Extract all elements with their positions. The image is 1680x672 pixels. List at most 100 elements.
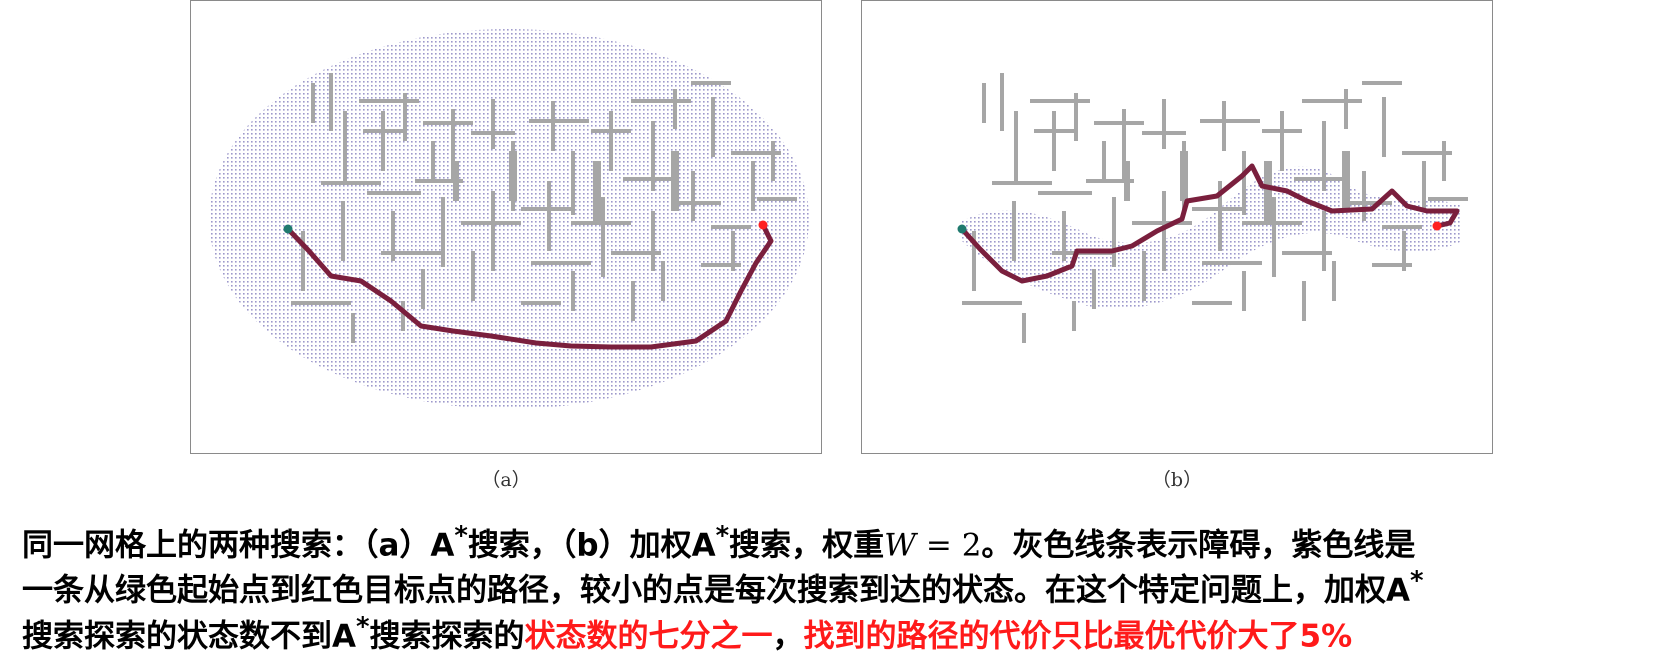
obstacle-line — [403, 93, 407, 141]
obstacle-line — [1074, 93, 1078, 141]
obstacle-line — [1242, 151, 1246, 215]
obstacle-line — [571, 151, 575, 215]
obstacle-line — [1282, 251, 1332, 255]
obstacle-line — [341, 201, 345, 261]
obstacle-line — [1180, 151, 1188, 201]
obstacle-line — [1222, 101, 1226, 151]
obstacle-line — [1200, 119, 1260, 123]
obstacle-line — [311, 83, 315, 123]
obstacle-line — [1294, 177, 1348, 181]
obstacle-line — [401, 301, 405, 331]
obstacle-line — [1264, 161, 1272, 221]
obstacle-line — [1202, 261, 1262, 265]
panel-a-astar-grid — [190, 0, 822, 454]
obstacle-line — [1442, 141, 1446, 181]
obstacle-line — [623, 177, 677, 181]
obstacle-line — [593, 161, 601, 221]
obstacle-line — [757, 197, 797, 201]
obstacle-line — [1192, 301, 1232, 305]
goal-point — [758, 220, 768, 230]
obstacle-line — [673, 201, 721, 205]
obstacle-line — [423, 121, 473, 125]
obstacle-line — [1322, 211, 1326, 271]
obstacle-line — [471, 251, 475, 301]
obstacle-line — [751, 161, 755, 211]
obstacle-line — [441, 197, 445, 267]
obstacle-line — [1280, 111, 1284, 171]
obstacle-line — [381, 251, 441, 255]
obstacle-line — [1428, 197, 1468, 201]
obstacle-line — [547, 181, 551, 251]
obstacle-line — [381, 111, 385, 171]
obstacle-line — [651, 211, 655, 271]
obstacle-line — [431, 141, 435, 181]
obstacle-line — [531, 261, 591, 265]
obstacle-line — [421, 269, 425, 309]
obstacle-line — [701, 263, 741, 267]
caption-highlight-cost: 找到的路径的代价只比最优代价大了5% — [803, 617, 1353, 654]
goal-point — [1432, 221, 1442, 231]
obstacle-line — [1022, 313, 1026, 343]
obstacle-line — [1030, 99, 1090, 103]
obstacle-line — [491, 191, 495, 271]
obstacle-line — [661, 261, 665, 301]
obstacle-line — [1014, 111, 1018, 181]
obstacle-line — [453, 161, 459, 201]
obstacle-line — [611, 251, 661, 255]
obstacle-line — [529, 119, 589, 123]
obstacle-line — [673, 89, 677, 129]
caption-line-3: 搜索探索的状态数不到A*搜索探索的状态数的七分之一，找到的路径的代价只比最优代价… — [22, 611, 1353, 654]
obstacle-line — [671, 151, 679, 211]
obstacle-line — [1344, 201, 1392, 205]
obstacle-line — [1162, 99, 1166, 149]
weight-formula: W = 2 — [884, 527, 982, 564]
obstacle-line — [631, 99, 691, 103]
obstacle-line — [1342, 151, 1350, 211]
obstacle-line — [1242, 271, 1246, 311]
caption-line-1: 同一网格上的两种搜索：（a）A*搜索，（b）加权A*搜索，权重W = 2。灰色线… — [22, 521, 1416, 564]
start-point — [957, 224, 967, 234]
obstacle-line — [1112, 197, 1116, 267]
obstacle-line — [291, 301, 351, 305]
obstacle-line — [609, 111, 613, 171]
obstacle-line — [601, 197, 605, 277]
weighted-astar-search-graphic — [957, 73, 1468, 343]
obstacle-line — [631, 281, 635, 321]
obstacle-line — [491, 99, 495, 149]
caption-highlight-states: 状态数的七分之一 — [524, 617, 773, 654]
obstacle-line — [691, 81, 731, 85]
obstacle-line — [982, 83, 986, 123]
obstacle-line — [551, 101, 555, 151]
obstacle-line — [1302, 99, 1362, 103]
explored-states-region — [209, 29, 809, 409]
obstacle-line — [359, 99, 419, 103]
obstacle-line — [329, 73, 333, 131]
obstacle-line — [691, 171, 695, 221]
obstacle-line — [1422, 161, 1426, 211]
obstacle-line — [1102, 141, 1106, 181]
obstacle-line — [1382, 97, 1386, 157]
obstacle-line — [343, 111, 347, 181]
obstacle-line — [351, 313, 355, 343]
obstacle-line — [1012, 201, 1016, 261]
caption-line-2: 一条从绿色起始点到红色目标点的路径，较小的点是每次搜索到达的状态。在这个特定问题… — [22, 566, 1424, 609]
panel-b-weighted-astar-grid — [861, 0, 1493, 454]
astar-search-graphic — [209, 29, 809, 409]
obstacle-line — [1344, 89, 1348, 129]
explored-states-region — [962, 166, 1462, 310]
panel-b-label: （b） — [1151, 469, 1203, 491]
obstacle-line — [992, 181, 1052, 185]
obstacle-line — [1332, 261, 1336, 301]
figure-caption: 同一网格上的两种搜索：（a）A*搜索，（b）加权A*搜索，权重W = 2。灰色线… — [22, 518, 1662, 654]
obstacle-line — [1124, 161, 1130, 201]
obstacle-line — [1052, 111, 1056, 171]
obstacle-line — [1094, 121, 1144, 125]
obstacle-line — [1000, 73, 1004, 131]
obstacle-line — [1362, 81, 1402, 85]
obstacle-line — [1372, 263, 1412, 267]
obstacle-line — [509, 151, 517, 201]
obstacle-line — [711, 225, 751, 229]
obstacle-line — [367, 191, 421, 195]
obstacle-line — [771, 141, 775, 181]
panel-a-label: （a） — [481, 469, 531, 491]
